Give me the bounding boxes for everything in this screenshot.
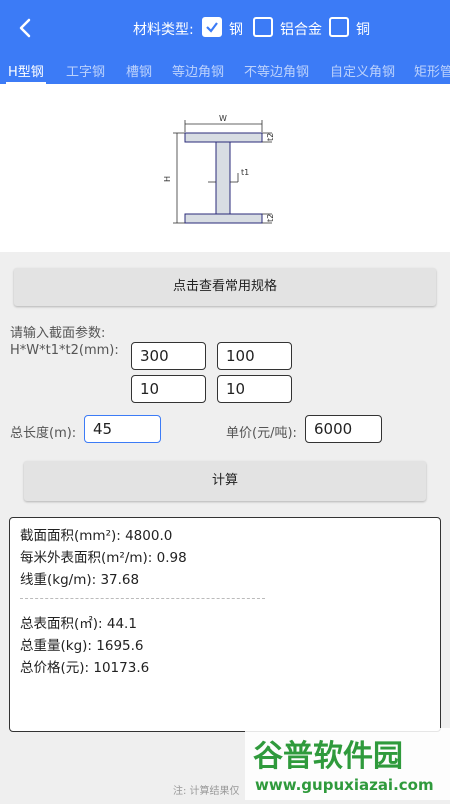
params-format-label: H*W*t1*t2(mm):: [10, 343, 119, 358]
tab-rect-tube[interactable]: 矩形管: [414, 61, 450, 80]
material-copper-label: 铜: [356, 22, 370, 38]
material-steel-checkbox[interactable]: [202, 17, 222, 37]
dim-w-label: W: [219, 114, 227, 123]
material-type-label: 材料类型:: [133, 22, 194, 38]
tab-custom-angle[interactable]: 自定义角钢: [330, 61, 395, 80]
dim-h-label: H: [163, 176, 172, 182]
dim-t1-label: t1: [241, 168, 249, 177]
t2-input[interactable]: 10: [217, 375, 292, 403]
section-prompt-label: 请输入截面参数:: [10, 326, 106, 341]
footer-note: 注: 计算结果仅: [173, 786, 240, 797]
svg-text:www.gupuxiazai.com: www.gupuxiazai.com: [255, 776, 434, 794]
dim-t2-top-label: t2: [266, 133, 275, 141]
price-label: 单价(元/吨):: [226, 426, 297, 441]
w-input[interactable]: 100: [217, 342, 292, 370]
tab-i-beam[interactable]: 工字钢: [66, 61, 105, 80]
result-total-surface: 总表面积(㎡): 44.1: [20, 616, 137, 632]
result-surface-per-m: 每米外表面积(m²/m): 0.98: [20, 550, 187, 566]
length-input[interactable]: 45: [84, 415, 161, 443]
material-steel-label: 钢: [229, 22, 243, 38]
calculate-button[interactable]: 计算: [24, 461, 426, 501]
result-weight-per-m: 线重(kg/m): 37.68: [20, 572, 140, 588]
t1-input[interactable]: 10: [131, 375, 206, 403]
tab-equal-angle[interactable]: 等边角钢: [172, 61, 224, 80]
common-specs-button[interactable]: 点击查看常用规格: [14, 268, 436, 306]
tab-h-beam[interactable]: H型钢: [8, 61, 44, 80]
material-aluminum-checkbox[interactable]: [253, 17, 273, 37]
back-arrow-icon[interactable]: [14, 16, 38, 40]
h-beam-diagram: W H t2 t2 t1: [0, 84, 450, 252]
app-header: 材料类型: 钢 铝合金 铜 H型钢 工字钢 槽钢 等边角钢 不等边角钢 自定义角…: [0, 0, 450, 84]
checkmark-icon: [206, 22, 218, 33]
svg-text:谷普软件园: 谷普软件园: [253, 739, 403, 774]
tab-channel[interactable]: 槽钢: [126, 61, 152, 80]
result-divider: [20, 598, 265, 599]
material-aluminum-label: 铝合金: [280, 22, 322, 38]
material-copper-checkbox[interactable]: [329, 17, 349, 37]
tab-unequal-angle[interactable]: 不等边角钢: [244, 61, 309, 80]
profile-tabs: H型钢 工字钢 槽钢 等边角钢 不等边角钢 自定义角钢 矩形管: [0, 56, 450, 84]
result-panel: 截面面积(mm²): 4800.0 每米外表面积(m²/m): 0.98 线重(…: [9, 517, 441, 732]
h-input[interactable]: 300: [131, 342, 206, 370]
result-total-price: 总价格(元): 10173.6: [20, 660, 150, 676]
watermark: 谷普软件园 www.gupuxiazai.com: [245, 728, 450, 800]
result-area: 截面面积(mm²): 4800.0: [20, 528, 173, 544]
length-label: 总长度(m):: [10, 426, 77, 441]
result-total-weight: 总重量(kg): 1695.6: [20, 638, 144, 654]
dim-t2-bottom-label: t2: [266, 214, 275, 222]
price-input[interactable]: 6000: [305, 415, 382, 443]
watermark-logo: 谷普软件园 www.gupuxiazai.com: [253, 739, 434, 794]
